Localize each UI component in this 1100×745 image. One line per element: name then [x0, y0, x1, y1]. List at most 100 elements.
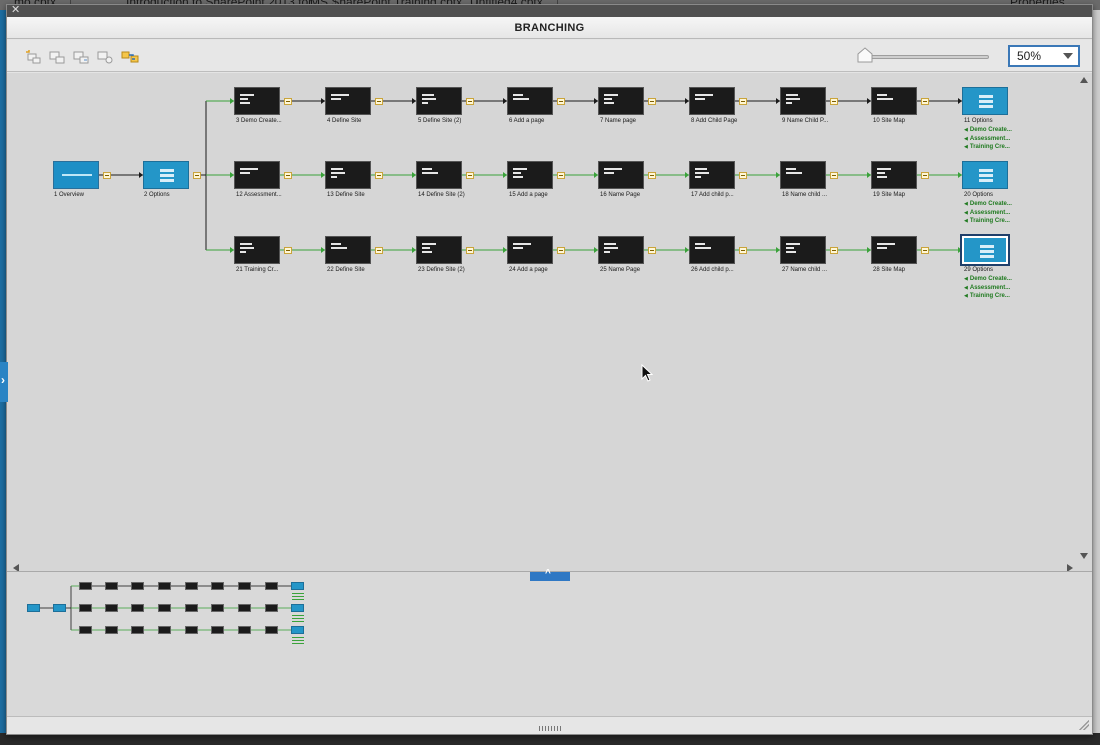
panel-resize-grip[interactable]: [539, 726, 561, 731]
branch-node-button[interactable]: [193, 172, 201, 179]
slide-thumbnail-content: [604, 168, 622, 176]
slide-thumbnail[interactable]: [871, 87, 917, 115]
branch-node-button[interactable]: [921, 172, 929, 179]
scroll-up-arrow[interactable]: [1080, 77, 1088, 83]
options-bar: [160, 174, 174, 177]
scroll-left-arrow[interactable]: [13, 564, 19, 571]
branch-node-button[interactable]: [739, 172, 747, 179]
branch-node-button[interactable]: [466, 172, 474, 179]
branch-node-button[interactable]: [739, 247, 747, 254]
slide-thumbnail[interactable]: [325, 236, 371, 264]
slide-thumbnail[interactable]: [780, 87, 826, 115]
options-slide-thumbnail[interactable]: [143, 161, 189, 189]
slide-label: 19 Site Map: [873, 192, 906, 198]
expand-group-icon[interactable]: [72, 49, 90, 65]
options-slide-thumbnail[interactable]: [960, 234, 1010, 266]
branch-link-label[interactable]: Assessment...: [964, 285, 1010, 291]
branch-node-button[interactable]: [466, 247, 474, 254]
minimap-slide: [105, 604, 118, 612]
scroll-down-arrow[interactable]: [1080, 553, 1088, 559]
branching-canvas[interactable]: 1 Overview 2 Options 3 Demo Create... 4 Def…: [7, 73, 1092, 571]
branch-node-button[interactable]: [375, 98, 383, 105]
slide-thumbnail[interactable]: [689, 236, 735, 264]
branch-node-button[interactable]: [557, 98, 565, 105]
options-slide-thumbnail[interactable]: [962, 87, 1008, 115]
slide-thumbnail[interactable]: [780, 236, 826, 264]
branch-link-label[interactable]: Assessment...: [964, 210, 1010, 216]
branch-link-label[interactable]: Assessment...: [964, 136, 1010, 142]
branch-node-button[interactable]: [284, 172, 292, 179]
branch-link-label[interactable]: Training Cre...: [964, 144, 1010, 150]
branch-link-label[interactable]: Training Cre...: [964, 218, 1010, 224]
options-bar: [160, 179, 174, 182]
slide-thumbnail[interactable]: [416, 236, 462, 264]
slide-thumbnail-content: [695, 243, 711, 251]
slide-thumbnail[interactable]: [598, 87, 644, 115]
dialog-title: BRANCHING: [7, 17, 1092, 39]
dialog-resize-handle[interactable]: [1079, 720, 1089, 730]
expand-all-icon[interactable]: [24, 49, 42, 65]
branch-node-button[interactable]: [375, 247, 383, 254]
slide-thumbnail[interactable]: [416, 87, 462, 115]
slide-thumbnail[interactable]: [507, 236, 553, 264]
slide-thumbnail[interactable]: [598, 236, 644, 264]
slide-label: 14 Define Site (2): [418, 192, 465, 198]
slide-thumbnail[interactable]: [689, 161, 735, 189]
slide-thumbnail[interactable]: [507, 87, 553, 115]
zoom-slider-thumb[interactable]: [857, 47, 873, 63]
branch-node-button[interactable]: [284, 98, 292, 105]
slide-thumbnail[interactable]: [689, 87, 735, 115]
slide-label: 17 Add child p...: [691, 192, 734, 198]
minimap-slide: [105, 582, 118, 590]
slide-thumbnail[interactable]: [871, 236, 917, 264]
slide-thumbnail[interactable]: [598, 161, 644, 189]
branch-link-label[interactable]: Training Cre...: [964, 293, 1010, 299]
collapse-overview-button[interactable]: ^: [530, 568, 570, 581]
collapse-all-icon[interactable]: [48, 49, 66, 65]
export-branch-icon[interactable]: [121, 49, 139, 65]
minimap-slide: [238, 582, 251, 590]
branch-node-button[interactable]: [830, 247, 838, 254]
slide-thumbnail[interactable]: [53, 161, 99, 189]
minimap-slide: [211, 626, 224, 634]
zoom-dropdown[interactable]: 50%: [1008, 45, 1080, 67]
minimap-slide: [185, 626, 198, 634]
branch-link-label[interactable]: Demo Create...: [964, 127, 1012, 133]
slide-thumbnail[interactable]: [234, 161, 280, 189]
slide-thumbnail-content: [331, 168, 345, 180]
collapse-group-icon[interactable]: [96, 49, 114, 65]
branch-node-button[interactable]: [830, 98, 838, 105]
slide-label: 16 Name Page: [600, 192, 641, 198]
branch-node-button[interactable]: [921, 98, 929, 105]
options-slide-thumbnail[interactable]: [962, 161, 1008, 189]
branch-node-button[interactable]: [284, 247, 292, 254]
branch-node-button[interactable]: [375, 172, 383, 179]
branch-node-button[interactable]: [557, 172, 565, 179]
slide-thumbnail[interactable]: [325, 161, 371, 189]
branch-node-button[interactable]: [103, 172, 111, 179]
expand-side-panel-button[interactable]: ›: [0, 362, 8, 402]
slide-thumbnail[interactable]: [871, 161, 917, 189]
branch-node-button[interactable]: [648, 172, 656, 179]
slide-label: 24 Add a page: [509, 267, 548, 273]
slide-thumbnail[interactable]: [416, 161, 462, 189]
branch-node-button[interactable]: [557, 247, 565, 254]
branch-node-button[interactable]: [830, 172, 838, 179]
scroll-right-arrow[interactable]: [1067, 564, 1073, 571]
slide-thumbnail[interactable]: [780, 161, 826, 189]
close-icon[interactable]: ✕: [11, 3, 20, 16]
slide-label: 25 Name Page: [600, 267, 641, 273]
branch-node-button[interactable]: [739, 98, 747, 105]
branch-node-button[interactable]: [648, 247, 656, 254]
branch-node-button[interactable]: [648, 98, 656, 105]
branch-link-label[interactable]: Demo Create...: [964, 201, 1012, 207]
slide-thumbnail[interactable]: [234, 236, 280, 264]
zoom-slider-track[interactable]: [859, 55, 989, 59]
branch-link-label[interactable]: Demo Create...: [964, 276, 1012, 282]
branch-node-button[interactable]: [466, 98, 474, 105]
slide-label: 13 Define Site: [327, 192, 365, 198]
branch-node-button[interactable]: [921, 247, 929, 254]
slide-thumbnail[interactable]: [507, 161, 553, 189]
slide-thumbnail[interactable]: [234, 87, 280, 115]
slide-thumbnail[interactable]: [325, 87, 371, 115]
